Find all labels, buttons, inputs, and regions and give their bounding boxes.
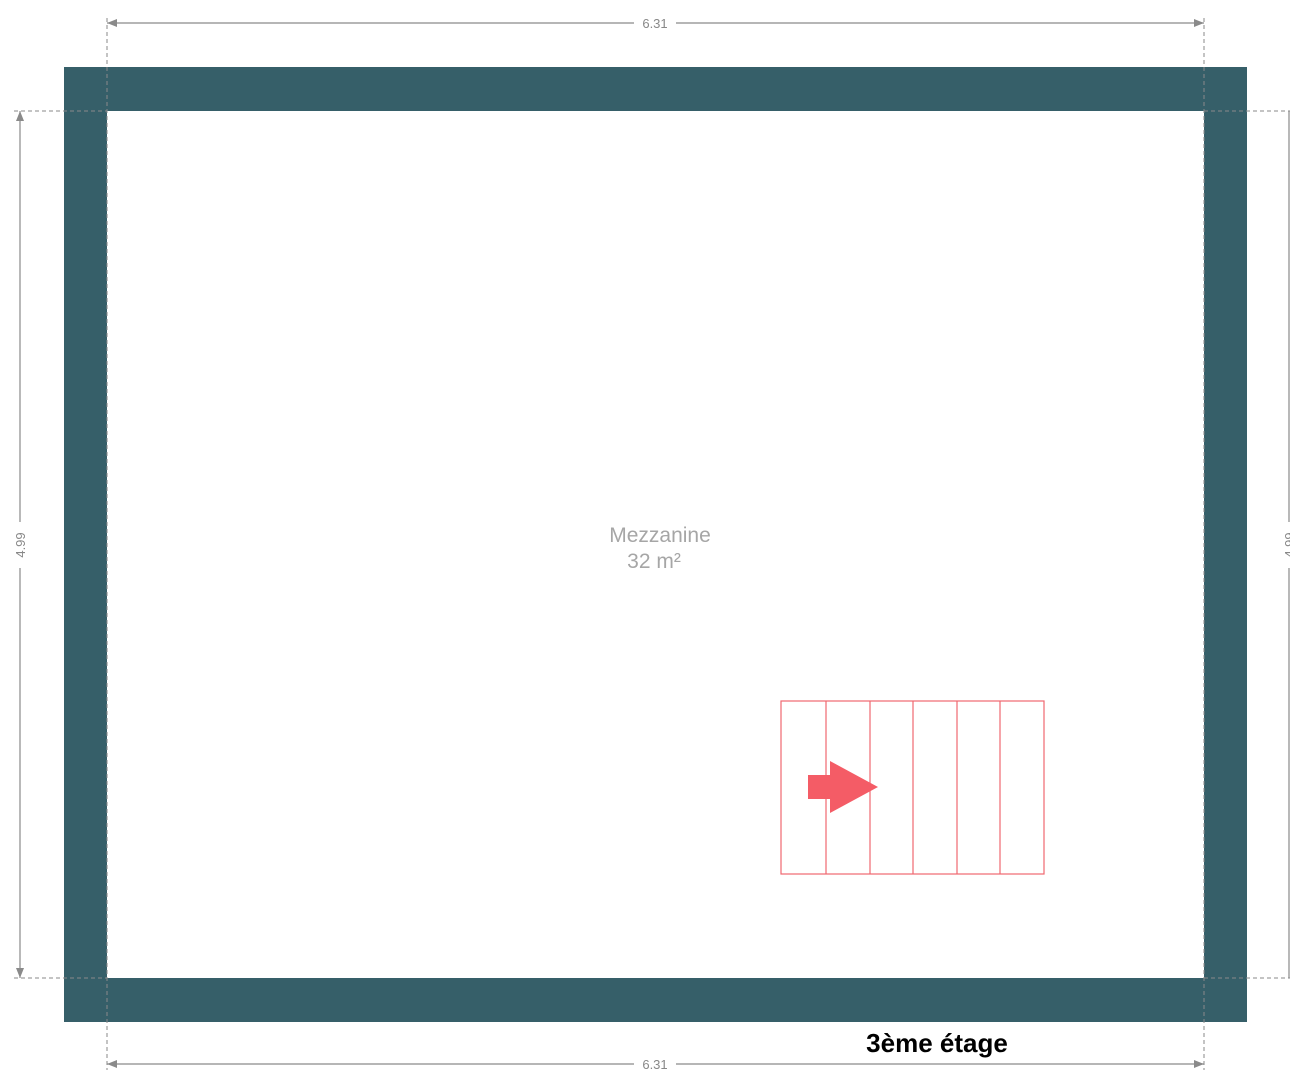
floor-plan: 6.31 6.31 4.99 4.99 Mezzanine 32 m² 3ème… (13, 16, 1290, 1070)
room-name: Mezzanine (609, 524, 711, 547)
dimension-top: 6.31 (107, 16, 1204, 31)
dimension-left: 4.99 (13, 111, 28, 978)
dimension-right-label: 4.99 (1282, 532, 1290, 557)
dimension-top-label: 6.31 (642, 16, 667, 31)
dimension-left-label: 4.99 (13, 532, 28, 557)
dimension-bottom-label: 6.31 (642, 1057, 667, 1070)
dimension-bottom: 6.31 (107, 1057, 1204, 1070)
stairs-direction-arrow-icon (808, 761, 878, 813)
dimension-right: 4.99 (1282, 111, 1290, 978)
floor-label: 3ème étage (866, 1028, 1008, 1058)
room-area: 32 m² (627, 550, 681, 573)
